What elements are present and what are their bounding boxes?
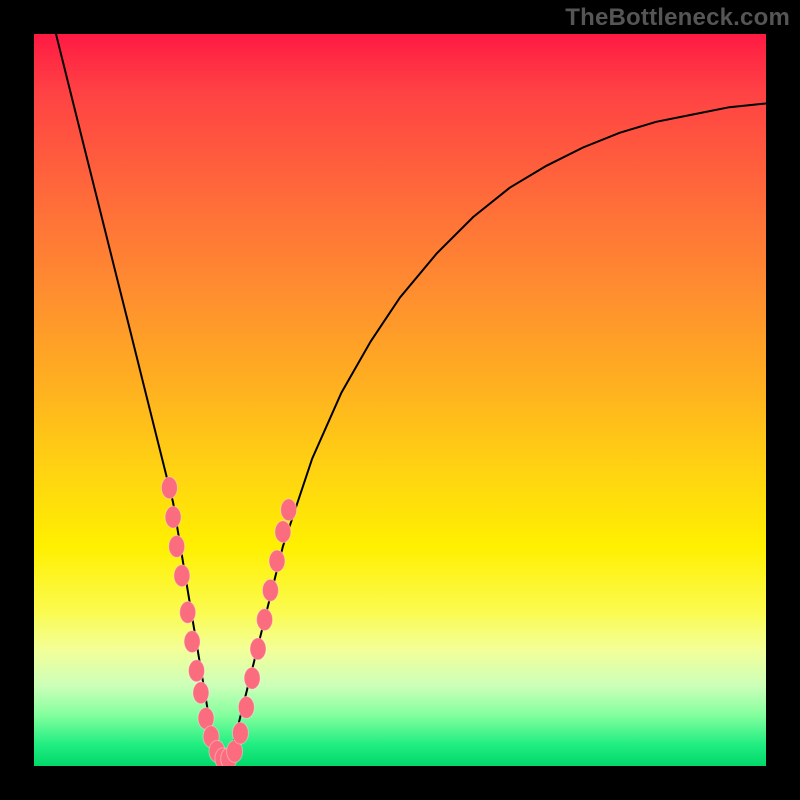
scatter-point bbox=[269, 550, 285, 572]
scatter-point bbox=[174, 565, 190, 587]
scatter-point bbox=[165, 506, 181, 528]
bottleneck-curve bbox=[56, 34, 766, 766]
scatter-point bbox=[193, 682, 209, 704]
scatter-point bbox=[250, 638, 266, 660]
chart-frame: TheBottleneck.com bbox=[0, 0, 800, 800]
scatter-point bbox=[257, 609, 273, 631]
scatter-point bbox=[238, 696, 254, 718]
plot-area bbox=[34, 34, 766, 766]
scatter-point bbox=[244, 667, 260, 689]
scatter-point bbox=[184, 631, 200, 653]
scatter-point bbox=[281, 499, 297, 521]
scatter-point bbox=[189, 660, 205, 682]
scatter-points bbox=[161, 477, 296, 766]
scatter-point bbox=[169, 535, 185, 557]
scatter-point bbox=[161, 477, 177, 499]
scatter-point bbox=[275, 521, 291, 543]
scatter-point bbox=[262, 579, 278, 601]
watermark-text: TheBottleneck.com bbox=[565, 4, 790, 32]
scatter-point bbox=[232, 722, 248, 744]
chart-svg bbox=[34, 34, 766, 766]
scatter-point bbox=[180, 601, 196, 623]
